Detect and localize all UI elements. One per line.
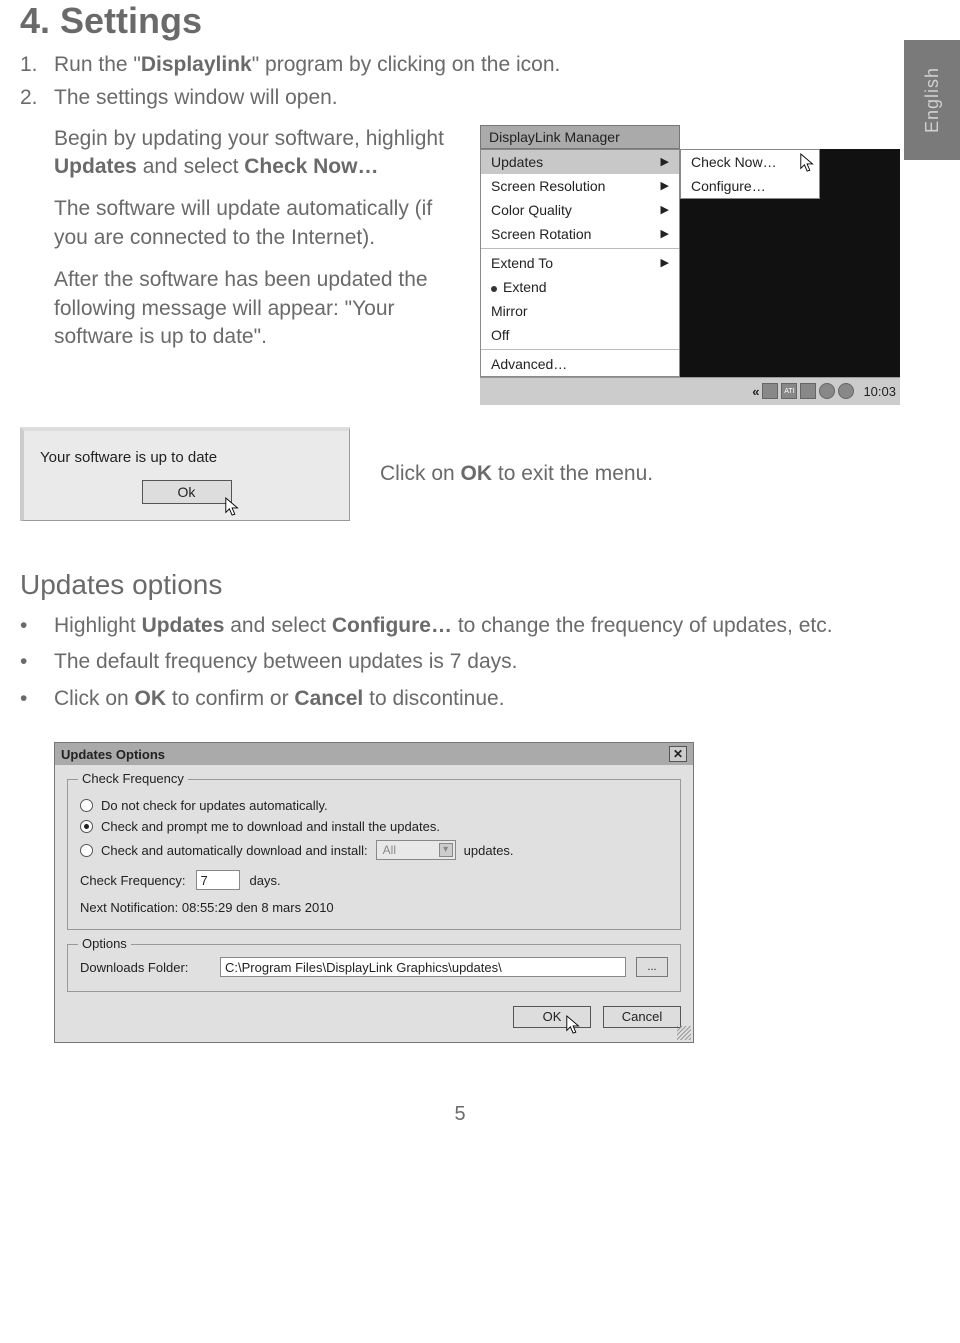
- bullet-text: The default frequency between updates is…: [54, 647, 517, 677]
- taskbar: « ATI 10:03: [480, 377, 900, 405]
- tray-icon[interactable]: [762, 383, 778, 399]
- ok-note: Click on OK to exit the menu.: [380, 462, 900, 486]
- menu-item-screen-resolution[interactable]: Screen Resolution▶: [481, 174, 679, 198]
- step-list: 1. Run the "Displaylink" program by clic…: [20, 50, 900, 113]
- step-text: Run the "Displaylink" program by clickin…: [54, 50, 560, 79]
- language-label: English: [922, 67, 943, 133]
- cursor-icon: [799, 152, 817, 174]
- check-frequency-fieldset: Check Frequency Do not check for updates…: [67, 779, 681, 930]
- downloads-folder-input[interactable]: C:\Program Files\DisplayLink Graphics\up…: [220, 957, 626, 977]
- menu-item-color-quality[interactable]: Color Quality▶: [481, 198, 679, 222]
- updates-type-select[interactable]: All ▾: [376, 840, 456, 860]
- chevron-down-icon: ▾: [439, 843, 453, 857]
- radio-no-check[interactable]: [80, 799, 93, 812]
- menu-separator: [481, 248, 679, 249]
- paragraph: The software will update automatically (…: [54, 195, 458, 252]
- bullet-text: Click on OK to confirm or Cancel to disc…: [54, 684, 505, 714]
- tray-chevron-icon[interactable]: «: [752, 384, 759, 399]
- clock: 10:03: [863, 384, 896, 399]
- radio-auto[interactable]: [80, 844, 93, 857]
- cursor-icon: [565, 1014, 583, 1036]
- freq-label: Check Frequency:: [80, 873, 186, 888]
- dialog-message: Your software is up to date: [40, 449, 333, 466]
- updates-options-heading: Updates options: [20, 569, 900, 601]
- section-title: 4. Settings: [20, 0, 900, 42]
- next-notification: Next Notification: 08:55:29 den 8 mars 2…: [80, 900, 668, 915]
- options-fieldset: Options Downloads Folder: C:\Program Fil…: [67, 944, 681, 992]
- updates-options-dialog: Updates Options ✕ Check Frequency Do not…: [54, 742, 694, 1043]
- ok-dialog-screenshot: Your software is up to date Ok: [20, 427, 350, 521]
- desktop-background: [680, 199, 900, 377]
- menu-item-updates[interactable]: Updates▶: [481, 150, 679, 174]
- submenu-configure[interactable]: Configure…: [681, 174, 819, 198]
- freq-unit: days.: [250, 873, 281, 888]
- menu-item-extend[interactable]: Extend: [481, 275, 679, 299]
- chevron-right-icon: ▶: [661, 179, 669, 192]
- paragraph: After the software has been updated the …: [54, 266, 458, 351]
- freq-input[interactable]: 7: [196, 870, 240, 890]
- radio-prompt[interactable]: [80, 820, 93, 833]
- step-number: 1.: [20, 50, 54, 79]
- step-text: The settings window will open.: [54, 83, 338, 112]
- bullet-icon: •: [20, 684, 54, 714]
- radio-label: Check and automatically download and ins…: [101, 843, 368, 858]
- menu-separator: [481, 349, 679, 350]
- menu-item-extend-to[interactable]: Extend To▶: [481, 251, 679, 275]
- menu-title: DisplayLink Manager: [480, 125, 680, 149]
- menu-item-advanced[interactable]: Advanced…: [481, 352, 679, 376]
- cursor-icon: [224, 496, 242, 518]
- chevron-right-icon: ▶: [661, 256, 669, 269]
- context-menu: Updates▶ Screen Resolution▶ Color Qualit…: [480, 149, 680, 377]
- dialog-titlebar: Updates Options ✕: [55, 743, 693, 765]
- tray-icon[interactable]: [819, 383, 835, 399]
- downloads-folder-label: Downloads Folder:: [80, 960, 210, 975]
- language-tab: English: [904, 40, 960, 160]
- bullet-text: Highlight Updates and select Configure… …: [54, 611, 833, 641]
- menu-item-off[interactable]: Off: [481, 323, 679, 347]
- displaylink-manager-screenshot: DisplayLink Manager Updates▶ Screen Reso…: [480, 125, 900, 405]
- browse-button[interactable]: ...: [636, 957, 668, 977]
- ok-button[interactable]: Ok: [142, 480, 232, 504]
- radio-label-post: updates.: [464, 843, 514, 858]
- page-number: 5: [20, 1103, 900, 1126]
- radio-label: Do not check for updates automatically.: [101, 798, 328, 813]
- dialog-title: Updates Options: [61, 747, 165, 762]
- bullet-icon: •: [20, 611, 54, 641]
- step-number: 2.: [20, 83, 54, 112]
- chevron-right-icon: ▶: [661, 203, 669, 216]
- menu-item-screen-rotation[interactable]: Screen Rotation▶: [481, 222, 679, 246]
- paragraph: Begin by updating your software, highlig…: [54, 125, 458, 182]
- chevron-right-icon: ▶: [661, 155, 669, 168]
- submenu: Check Now… Configure…: [680, 149, 820, 199]
- cancel-button[interactable]: Cancel: [603, 1006, 681, 1028]
- menu-item-mirror[interactable]: Mirror: [481, 299, 679, 323]
- tray-ati-icon[interactable]: ATI: [781, 383, 797, 399]
- selected-dot-icon: [491, 286, 497, 292]
- fieldset-legend: Options: [78, 936, 131, 951]
- close-icon[interactable]: ✕: [669, 746, 687, 762]
- tray-icon[interactable]: [838, 383, 854, 399]
- bullet-list: • Highlight Updates and select Configure…: [20, 611, 900, 714]
- bullet-icon: •: [20, 647, 54, 677]
- radio-label: Check and prompt me to download and inst…: [101, 819, 440, 834]
- tray-icon[interactable]: [800, 383, 816, 399]
- resize-grip-icon[interactable]: [677, 1026, 691, 1040]
- chevron-right-icon: ▶: [661, 227, 669, 240]
- fieldset-legend: Check Frequency: [78, 771, 188, 786]
